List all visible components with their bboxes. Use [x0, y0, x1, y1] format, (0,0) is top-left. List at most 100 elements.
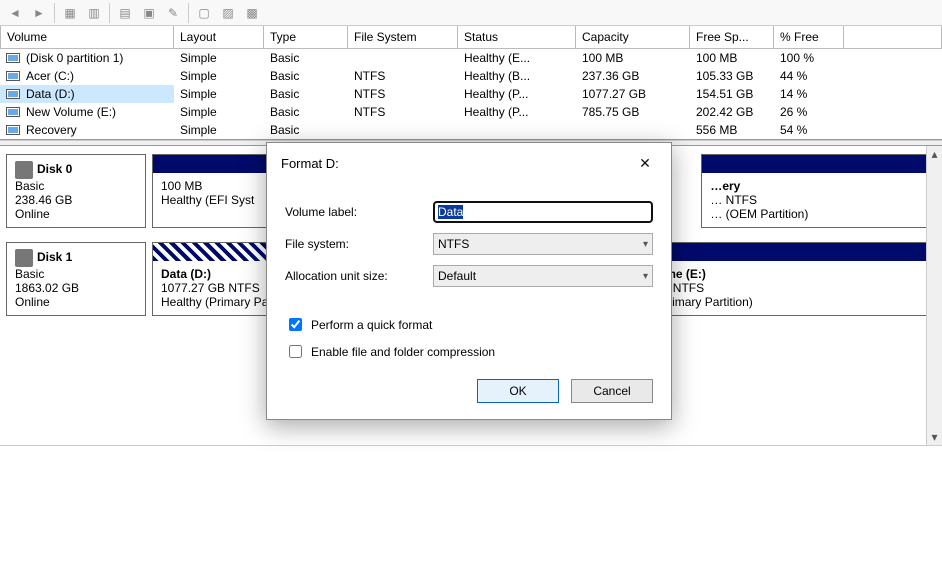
- volume-cell: 556 MB: [690, 121, 774, 139]
- compression-check-input[interactable]: [289, 345, 302, 358]
- column-header[interactable]: % Free: [774, 26, 844, 49]
- toolbar-icon-8[interactable]: ▩: [241, 3, 263, 23]
- scroll-up-icon[interactable]: ▴: [927, 146, 942, 162]
- allocation-unit-label: Allocation unit size:: [285, 269, 433, 283]
- volume-list-header: VolumeLayoutTypeFile SystemStatusCapacit…: [0, 26, 942, 49]
- volume-cell: 237.36 GB: [576, 67, 690, 85]
- toolbar-icon-1[interactable]: ▦: [59, 3, 81, 23]
- volume-cell: Acer (C:): [0, 67, 174, 85]
- volume-cell: [844, 103, 942, 121]
- volume-cell: Simple: [174, 49, 264, 67]
- dialog-title: Format D:: [281, 156, 339, 171]
- volume-cell: NTFS: [348, 67, 458, 85]
- volume-cell: [348, 121, 458, 139]
- drive-icon: [6, 53, 20, 63]
- toolbar-icon-6[interactable]: ▢: [193, 3, 215, 23]
- volume-cell: (Disk 0 partition 1): [0, 49, 174, 67]
- volume-cell: Simple: [174, 67, 264, 85]
- volume-cell: Simple: [174, 85, 264, 103]
- column-header[interactable]: Free Sp...: [690, 26, 774, 49]
- disk-meta[interactable]: Disk 1Basic1863.02 GBOnline: [6, 242, 146, 316]
- volume-list: VolumeLayoutTypeFile SystemStatusCapacit…: [0, 26, 942, 140]
- toolbar-icon-4[interactable]: ▣: [138, 3, 160, 23]
- volume-cell: Data (D:): [0, 85, 174, 103]
- cancel-button[interactable]: Cancel: [571, 379, 653, 403]
- volume-row[interactable]: (Disk 0 partition 1)SimpleBasic Healthy (…: [0, 49, 942, 67]
- volume-label-label: Volume label:: [285, 205, 433, 219]
- allocation-unit-value: Default: [438, 269, 476, 283]
- volume-cell: Healthy (P...: [458, 85, 576, 103]
- quick-format-check-input[interactable]: [289, 318, 302, 331]
- scroll-down-icon[interactable]: ▾: [927, 429, 942, 445]
- column-header[interactable]: Layout: [174, 26, 264, 49]
- compression-label: Enable file and folder compression: [311, 345, 495, 359]
- volume-row[interactable]: Acer (C:)SimpleBasicNTFSHealthy (B...237…: [0, 67, 942, 85]
- scrollbar[interactable]: ▴ ▾: [926, 146, 942, 445]
- volume-cell: [844, 85, 942, 103]
- file-system-value: NTFS: [438, 237, 469, 251]
- drive-icon: [6, 89, 20, 99]
- volume-cell: 100 %: [774, 49, 844, 67]
- volume-label-input[interactable]: [433, 201, 653, 223]
- volume-cell: Simple: [174, 121, 264, 139]
- toolbar-forward-icon[interactable]: ►: [28, 3, 50, 23]
- chevron-down-icon: ▾: [643, 271, 648, 282]
- allocation-unit-select[interactable]: Default ▾: [433, 265, 653, 287]
- volume-cell: 100 MB: [690, 49, 774, 67]
- ok-button[interactable]: OK: [477, 379, 559, 403]
- toolbar-icon-2[interactable]: ▥: [83, 3, 105, 23]
- toolbar-back-icon[interactable]: ◄: [4, 3, 26, 23]
- volume-cell: Recovery: [0, 121, 174, 139]
- column-header[interactable]: Status: [458, 26, 576, 49]
- volume-cell: 54 %: [774, 121, 844, 139]
- disk-icon: [15, 249, 33, 267]
- volume-cell: Simple: [174, 103, 264, 121]
- volume-row[interactable]: Data (D:)SimpleBasicNTFSHealthy (P...107…: [0, 85, 942, 103]
- compression-checkbox[interactable]: Enable file and folder compression: [285, 342, 653, 361]
- volume-cell: [458, 121, 576, 139]
- volume-cell: New Volume (E:): [0, 103, 174, 121]
- volume-cell: 100 MB: [576, 49, 690, 67]
- volume-cell: [348, 49, 458, 67]
- dialog-close-button[interactable]: ✕: [631, 151, 659, 175]
- file-system-select[interactable]: NTFS ▾: [433, 233, 653, 255]
- volume-cell: 154.51 GB: [690, 85, 774, 103]
- file-system-label: File system:: [285, 237, 433, 251]
- column-header[interactable]: Volume: [0, 26, 174, 49]
- close-icon: ✕: [639, 155, 651, 172]
- volume-cell: 202.42 GB: [690, 103, 774, 121]
- chevron-down-icon: ▾: [643, 239, 648, 250]
- volume-cell: [844, 121, 942, 139]
- column-header-blank: [844, 26, 942, 49]
- toolbar-icon-5[interactable]: ✎: [162, 3, 184, 23]
- disk-meta[interactable]: Disk 0Basic238.46 GBOnline: [6, 154, 146, 228]
- volume-cell: [844, 49, 942, 67]
- column-header[interactable]: File System: [348, 26, 458, 49]
- quick-format-checkbox[interactable]: Perform a quick format: [285, 315, 653, 334]
- volume-cell: Healthy (E...: [458, 49, 576, 67]
- volume-row[interactable]: New Volume (E:)SimpleBasicNTFSHealthy (P…: [0, 103, 942, 121]
- volume-row[interactable]: RecoverySimpleBasic 556 MB54 %: [0, 121, 942, 139]
- volume-cell: Healthy (P...: [458, 103, 576, 121]
- volume-cell: Basic: [264, 67, 348, 85]
- volume-cell: Basic: [264, 103, 348, 121]
- disk-icon: [15, 161, 33, 179]
- format-dialog: Format D: ✕ Volume label: File system: N…: [266, 142, 672, 420]
- column-header[interactable]: Type: [264, 26, 348, 49]
- drive-icon: [6, 71, 20, 81]
- volume-cell: NTFS: [348, 103, 458, 121]
- toolbar-icon-7[interactable]: ▨: [217, 3, 239, 23]
- volume-cell: Basic: [264, 49, 348, 67]
- column-header[interactable]: Capacity: [576, 26, 690, 49]
- volume-cell: 105.33 GB: [690, 67, 774, 85]
- toolbar-icon-3[interactable]: ▤: [114, 3, 136, 23]
- partition[interactable]: …ery… NTFS… (OEM Partition): [701, 154, 930, 228]
- quick-format-label: Perform a quick format: [311, 318, 432, 332]
- volume-cell: Basic: [264, 121, 348, 139]
- volume-cell: NTFS: [348, 85, 458, 103]
- volume-cell: 44 %: [774, 67, 844, 85]
- volume-cell: [844, 67, 942, 85]
- volume-cell: 14 %: [774, 85, 844, 103]
- volume-cell: 1077.27 GB: [576, 85, 690, 103]
- volume-cell: Basic: [264, 85, 348, 103]
